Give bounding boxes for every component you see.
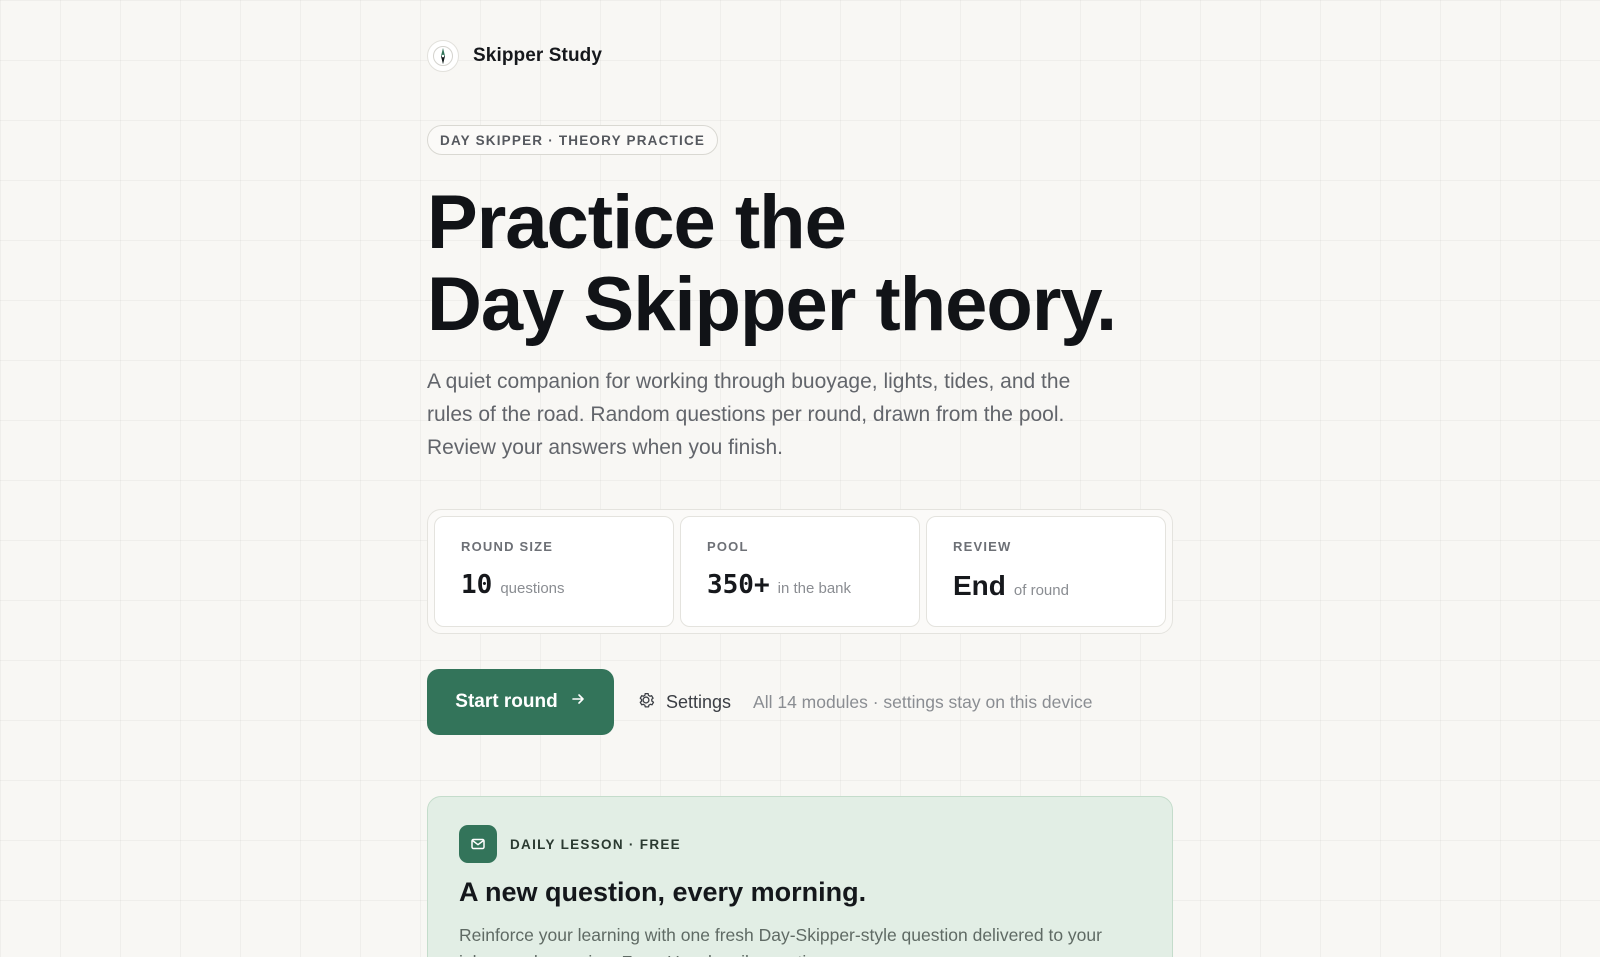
stat-label: REVIEW — [953, 539, 1012, 554]
start-round-button[interactable]: Start round — [427, 669, 614, 735]
actions-row: Start round Settings All 14 modules · se… — [427, 669, 1093, 735]
stats-panel: ROUND SIZE 10 questions POOL 350+ in the… — [427, 509, 1173, 634]
daily-lesson-card: DAILY LESSON · FREE A new question, ever… — [427, 796, 1173, 957]
stat-pool: POOL 350+ in the bank — [680, 516, 920, 627]
actions-note: All 14 modules · settings stay on this d… — [753, 691, 1093, 712]
lesson-tag: DAILY LESSON · FREE — [510, 836, 681, 852]
stat-sub: in the bank — [777, 580, 852, 597]
stat-sub: of round — [1013, 582, 1069, 599]
stat-value: End — [953, 570, 1006, 601]
settings-button[interactable]: Settings — [636, 690, 731, 715]
stat-label: POOL — [707, 539, 749, 554]
settings-label: Settings — [666, 691, 732, 712]
eyebrow-badge: DAY SKIPPER · THEORY PRACTICE — [427, 125, 719, 155]
stat-round-size: ROUND SIZE 10 questions — [434, 516, 674, 627]
lesson-title: A new question, every morning. — [459, 877, 867, 907]
page-title-line-2: Day Skipper theory. — [427, 262, 1117, 347]
stat-sub: questions — [500, 580, 565, 597]
gear-icon — [636, 690, 656, 715]
brand-name: Skipper Study — [473, 45, 603, 66]
arrow-right-icon — [570, 691, 586, 713]
intro-text: A quiet companion for working through bu… — [427, 370, 1071, 459]
brand[interactable]: Skipper Study — [427, 40, 602, 72]
page-title-line-1: Practice the — [427, 180, 847, 265]
stat-value: 10 — [461, 570, 493, 600]
lesson-text: Reinforce your learning with one fresh D… — [459, 925, 1102, 957]
start-round-label: Start round — [455, 691, 558, 712]
mail-icon — [459, 825, 497, 863]
compass-icon — [427, 40, 459, 72]
page-title: Practice the Day Skipper theory. — [427, 182, 1207, 346]
stat-label: ROUND SIZE — [461, 539, 554, 554]
stat-value: 350+ — [707, 570, 770, 600]
stat-review: REVIEW End of round — [926, 516, 1166, 627]
